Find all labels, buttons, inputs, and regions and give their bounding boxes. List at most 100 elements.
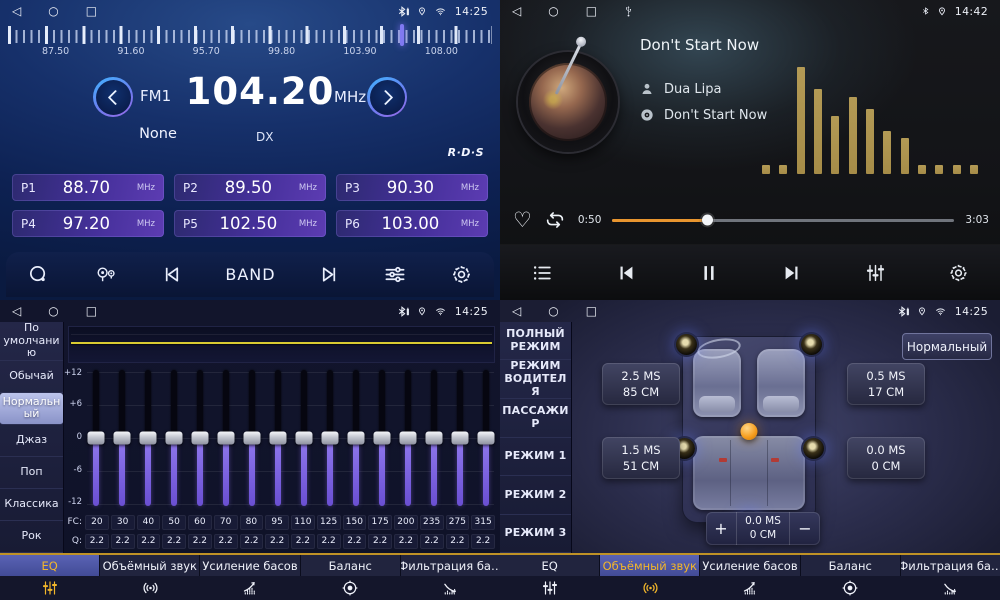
tab-eq[interactable]: EQ [0, 555, 100, 576]
fc-value[interactable]: 315 [471, 515, 495, 530]
tab-balance[interactable]: Баланс [801, 555, 901, 576]
eq-band-slider[interactable] [217, 368, 234, 508]
back-button[interactable]: ◁ [12, 305, 21, 317]
slider-knob[interactable] [425, 432, 442, 445]
q-value[interactable]: 2.2 [162, 534, 186, 549]
eq-band-slider[interactable] [139, 368, 156, 508]
fc-value[interactable]: 95 [265, 515, 289, 530]
fc-value[interactable]: 60 [188, 515, 212, 530]
recents-button[interactable]: □ [586, 5, 597, 17]
profile-button[interactable]: Нормальный [902, 333, 992, 360]
eq-preset-pop[interactable]: Поп [0, 457, 63, 489]
settings-button[interactable] [947, 262, 970, 284]
front-right-speaker[interactable] [801, 334, 822, 355]
playlist-button[interactable] [530, 262, 554, 284]
rear-left-delay-button[interactable]: 1.5 MS 51 CM [602, 437, 680, 479]
home-button[interactable]: ○ [48, 305, 58, 317]
balance-icon[interactable] [800, 576, 900, 600]
previous-station-button[interactable] [160, 263, 183, 286]
scan-button[interactable] [27, 263, 50, 286]
slider-knob[interactable] [451, 432, 468, 445]
q-value[interactable]: 2.2 [343, 534, 367, 549]
fc-value[interactable]: 275 [446, 515, 470, 530]
fc-value[interactable]: 150 [343, 515, 367, 530]
preset-button-3[interactable]: P390.30MHz [336, 174, 488, 201]
recents-button[interactable]: □ [586, 305, 597, 317]
eq-band-slider[interactable] [165, 368, 182, 508]
front-right-delay-button[interactable]: 0.5 MS 17 CM [847, 363, 925, 405]
eq-preset-jazz[interactable]: Джаз [0, 425, 63, 457]
slider-knob[interactable] [295, 432, 312, 445]
tab-filter[interactable]: Фильтрация ба… [401, 555, 500, 576]
fc-value[interactable]: 200 [394, 515, 418, 530]
preset-button-5[interactable]: P5102.50MHz [174, 210, 326, 237]
q-value[interactable]: 2.2 [85, 534, 109, 549]
eq-preset-classic[interactable]: Классика [0, 489, 63, 521]
pause-button[interactable] [698, 262, 720, 284]
recents-button[interactable]: □ [86, 5, 97, 17]
home-button[interactable]: ○ [48, 5, 58, 17]
home-button[interactable]: ○ [548, 5, 558, 17]
q-value[interactable]: 2.2 [471, 534, 495, 549]
eq-band-slider[interactable] [373, 368, 390, 508]
eq-preset-normal[interactable]: Нормальный [0, 393, 63, 425]
eq-preset-rock[interactable]: Рок [0, 521, 63, 553]
rear-right-delay-button[interactable]: 0.0 MS 0 CM [847, 437, 925, 479]
home-button[interactable]: ○ [548, 305, 558, 317]
front-left-speaker[interactable] [676, 334, 697, 355]
eq-preset-default[interactable]: По умолчанию [0, 322, 63, 361]
broadcast-button[interactable] [93, 263, 118, 286]
slider-knob[interactable] [321, 432, 338, 445]
q-value[interactable]: 2.2 [394, 534, 418, 549]
slider-knob[interactable] [113, 432, 130, 445]
front-left-delay-button[interactable]: 2.5 MS 85 CM [602, 363, 680, 405]
tab-filter[interactable]: Фильтрация ба… [901, 555, 1000, 576]
balance-icon[interactable] [300, 576, 400, 600]
settings-button[interactable] [450, 263, 473, 286]
eq-band-slider[interactable] [243, 368, 260, 508]
slider-knob[interactable] [217, 432, 234, 445]
slider-knob[interactable] [477, 432, 494, 445]
fc-value[interactable]: 80 [240, 515, 264, 530]
progress-bar[interactable] [612, 219, 954, 222]
eq-band-slider[interactable] [399, 368, 416, 508]
mode-full[interactable]: ПОЛНЫЙ РЕЖИМ [500, 322, 571, 360]
eq-band-slider[interactable] [321, 368, 338, 508]
slider-knob[interactable] [191, 432, 208, 445]
q-value[interactable]: 2.2 [446, 534, 470, 549]
mode-passenger[interactable]: ПАССАЖИР [500, 399, 571, 437]
surround-icon[interactable] [100, 576, 200, 600]
surround-icon[interactable] [600, 576, 700, 600]
q-value[interactable]: 2.2 [111, 534, 135, 549]
eq-band-slider[interactable] [191, 368, 208, 508]
eq-band-slider[interactable] [295, 368, 312, 508]
q-value[interactable]: 2.2 [214, 534, 238, 549]
q-value[interactable]: 2.2 [420, 534, 444, 549]
eq-band-slider[interactable] [269, 368, 286, 508]
slider-knob[interactable] [399, 432, 416, 445]
fc-value[interactable]: 50 [162, 515, 186, 530]
next-station-button[interactable] [318, 263, 341, 286]
slider-knob[interactable] [373, 432, 390, 445]
mode-driver[interactable]: РЕЖИМ ВОДИТЕЛЯ [500, 360, 571, 399]
eq-sliders-icon[interactable] [0, 576, 100, 600]
slider-knob[interactable] [269, 432, 286, 445]
q-value[interactable]: 2.2 [291, 534, 315, 549]
next-track-button[interactable] [780, 262, 804, 284]
progress-knob[interactable] [702, 215, 713, 226]
tab-eq[interactable]: EQ [500, 555, 600, 576]
filter-icon[interactable] [900, 576, 1000, 600]
eq-band-slider[interactable] [347, 368, 364, 508]
mode-1[interactable]: РЕЖИМ 1 [500, 438, 571, 476]
preset-button-1[interactable]: P188.70MHz [12, 174, 164, 201]
fc-value[interactable]: 40 [137, 515, 161, 530]
eq-band-slider[interactable] [425, 368, 442, 508]
decrease-button[interactable]: − [790, 512, 820, 545]
back-button[interactable]: ◁ [512, 5, 521, 17]
fc-value[interactable]: 175 [368, 515, 392, 530]
q-value[interactable]: 2.2 [265, 534, 289, 549]
fc-value[interactable]: 125 [317, 515, 341, 530]
fc-value[interactable]: 70 [214, 515, 238, 530]
slider-knob[interactable] [165, 432, 182, 445]
slider-knob[interactable] [139, 432, 156, 445]
